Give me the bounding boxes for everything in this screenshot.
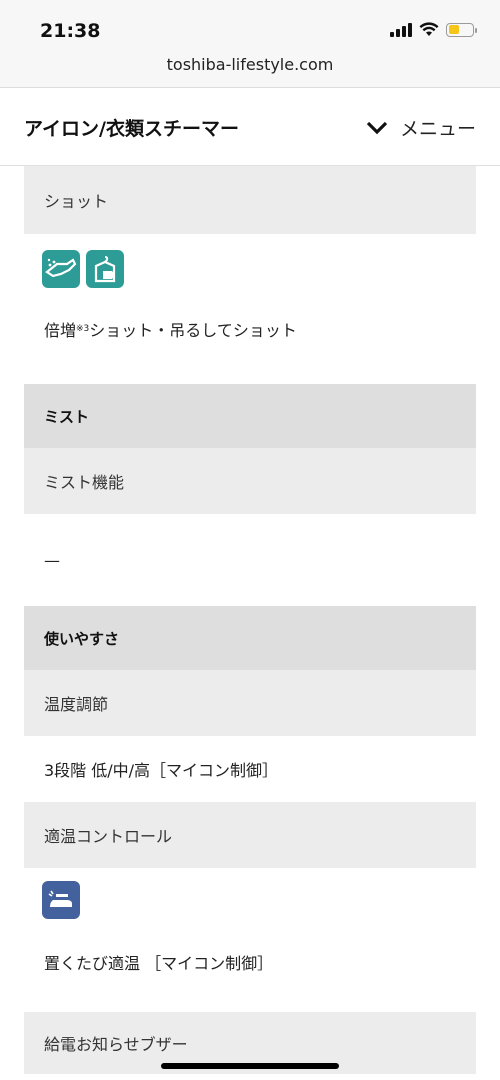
wifi-icon	[419, 22, 439, 36]
chevron-down-icon	[366, 121, 388, 134]
menu-label: メニュー	[399, 118, 476, 140]
spec-value-mist: —	[24, 514, 476, 606]
shot-value-prefix: 倍増	[44, 321, 77, 340]
hanging-shot-icon	[86, 250, 124, 288]
temp-control-icon-row	[24, 868, 476, 926]
double-shot-icon	[42, 250, 80, 288]
status-time: 21:38	[40, 20, 101, 42]
spec-label-temp-control: 適温コントロール	[24, 802, 476, 868]
site-header: アイロン/衣類スチーマー メニュー	[0, 88, 500, 166]
cellular-signal-icon	[390, 22, 412, 37]
section-heading-mist: ミスト	[24, 384, 476, 448]
browser-top-bar: 21:38 toshiba-lifestyle.com	[0, 0, 500, 88]
spec-value-temp-control: 置くたび適温 ［マイコン制御］	[24, 926, 476, 998]
spec-label-mist: ミスト機能	[24, 448, 476, 514]
spec-value-shot: 倍増 ※3 ショット・吊るしてショット	[24, 296, 476, 362]
shot-value-rest: ショット・吊るしてショット	[89, 321, 297, 340]
battery-level	[448, 25, 459, 34]
spec-label-temperature: 温度調節	[24, 670, 476, 736]
section-heading-usability: 使いやすさ	[24, 606, 476, 670]
url-bar[interactable]: toshiba-lifestyle.com	[0, 55, 500, 74]
spec-table: ショット 倍増 ※3 ショット・吊るしてショット ミスト ミスト機能 — 使いやすさ…	[24, 166, 476, 1080]
status-icons	[390, 22, 477, 37]
footnote-mark: ※3	[76, 324, 90, 334]
iron-temperature-icon	[42, 881, 80, 919]
spec-label-shot: ショット	[24, 166, 476, 234]
buzzer-icon-row	[24, 1074, 476, 1080]
shot-icons-row	[24, 234, 476, 296]
home-indicator[interactable]	[161, 1063, 339, 1069]
page-title[interactable]: アイロン/衣類スチーマー	[24, 114, 239, 141]
spec-value-temperature: 3段階 低/中/高［マイコン制御］	[24, 736, 476, 802]
menu-button[interactable]: メニュー	[366, 114, 476, 141]
battery-icon	[446, 22, 477, 37]
